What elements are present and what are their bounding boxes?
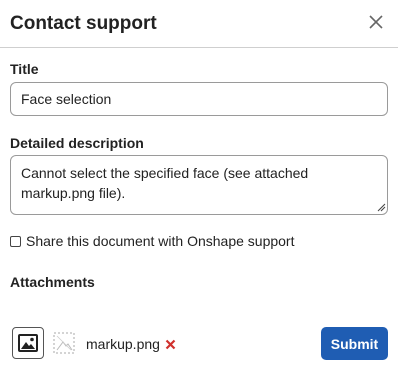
share-label: Share this document with Onshape support	[26, 233, 295, 249]
share-checkbox[interactable]	[10, 235, 21, 247]
description-textarea[interactable]: Cannot select the specified face (see at…	[10, 155, 388, 215]
share-option[interactable]: Share this document with Onshape support	[10, 233, 295, 249]
resize-grip-icon[interactable]	[376, 202, 386, 212]
title-input[interactable]	[10, 82, 388, 116]
submit-button[interactable]: Submit	[321, 327, 388, 360]
attachment-file-name: markup.png	[86, 336, 160, 352]
title-label: Title	[10, 61, 39, 77]
add-attachment-button[interactable]	[12, 327, 44, 359]
remove-icon[interactable]	[165, 339, 176, 350]
dialog-title: Contact support	[10, 13, 157, 34]
dialog-header: Contact support	[0, 0, 398, 48]
close-icon[interactable]	[368, 14, 384, 30]
attachments-label: Attachments	[10, 274, 95, 290]
image-placeholder-icon	[53, 332, 75, 354]
description-label: Detailed description	[10, 135, 144, 151]
image-icon	[18, 334, 38, 352]
